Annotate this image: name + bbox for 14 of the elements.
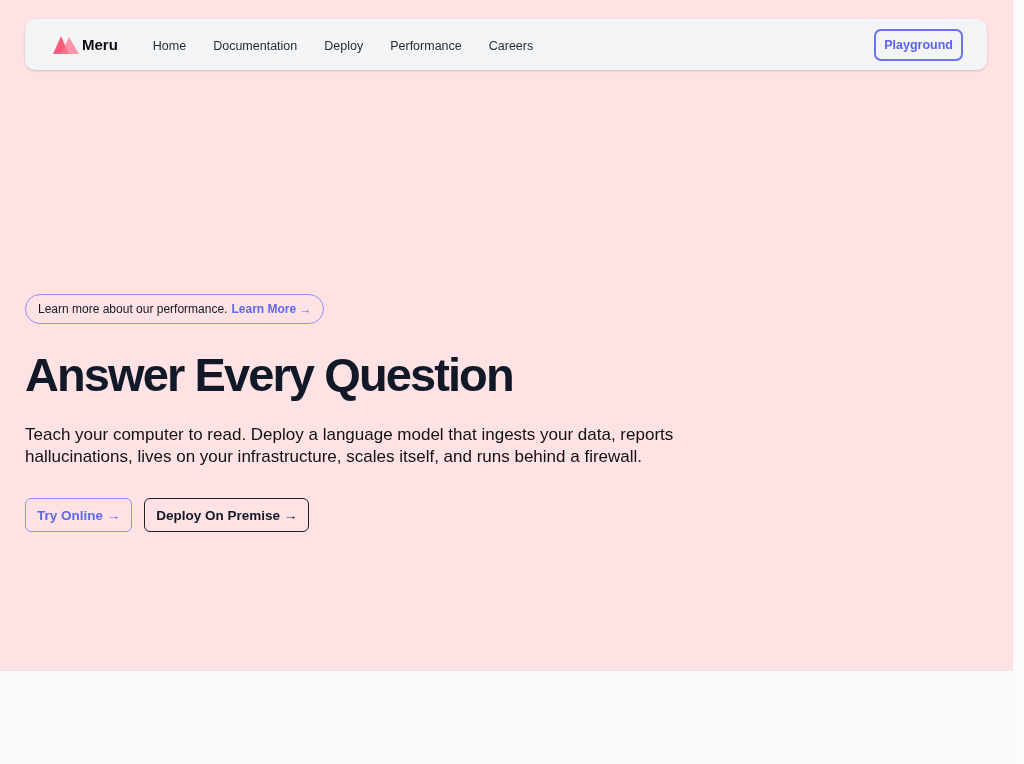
nav-link[interactable]: Performance [390,36,462,53]
announcement-text: Learn more about our performance. [38,302,228,316]
nav-link[interactable]: Deploy [324,36,364,53]
brand-name[interactable]: Meru [82,36,118,53]
mountain-logo-icon[interactable] [53,35,79,54]
hero-button[interactable]: Try Online → [25,498,133,532]
learn-more-link[interactable]: Learn More → [231,302,312,316]
hero-title: Answer Every Question [25,348,513,402]
playground-button[interactable]: Playground [874,28,963,61]
nav-link[interactable]: Careers [488,36,534,53]
nav-link[interactable]: Documentation [213,36,298,53]
hero-button[interactable]: Deploy On Premise → [144,498,310,532]
nav-link[interactable]: Home [152,36,187,53]
hero-description: Teach your computer to read. Deploy a language model that ingests your data, reports hallucinations, lives on your infrastructure, scales itself, and runs behind a firewall. [25,424,675,468]
